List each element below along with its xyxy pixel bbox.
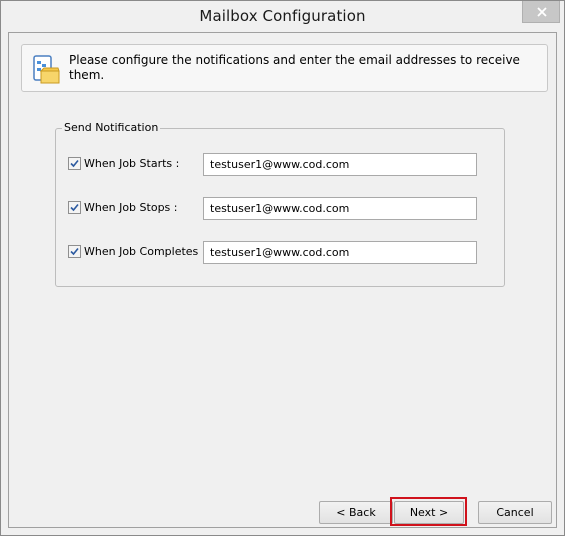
job-completes-checkbox[interactable] (68, 245, 81, 258)
row-job-starts: When Job Starts : (68, 153, 498, 176)
group-legend: Send Notification (62, 121, 161, 134)
checkmark-icon (70, 159, 79, 168)
dialog-content: Please configure the notifications and e… (8, 32, 557, 528)
title-bar[interactable]: Mailbox Configuration (1, 1, 564, 32)
job-starts-email-input[interactable] (203, 153, 477, 176)
job-stops-email-input[interactable] (203, 197, 477, 220)
job-stops-label: When Job Stops : (84, 201, 178, 214)
info-banner: Please configure the notifications and e… (21, 44, 548, 92)
mailbox-configuration-dialog: Mailbox Configuration Please configure t… (0, 0, 565, 536)
job-completes-email-input[interactable] (203, 241, 477, 264)
next-button-highlight (390, 497, 467, 526)
close-button[interactable] (522, 1, 560, 23)
job-starts-label: When Job Starts : (84, 157, 180, 170)
back-button[interactable]: < Back (319, 501, 393, 524)
send-notification-group: Send Notification When Job Starts : When… (55, 121, 505, 287)
job-completes-label: When Job Completes : (84, 245, 206, 258)
row-job-completes: When Job Completes : (68, 241, 498, 264)
job-stops-checkbox[interactable] (68, 201, 81, 214)
row-job-stops: When Job Stops : (68, 197, 498, 220)
job-starts-checkbox[interactable] (68, 157, 81, 170)
cancel-button[interactable]: Cancel (478, 501, 552, 524)
mailbox-config-icon (33, 55, 60, 84)
checkmark-icon (70, 247, 79, 256)
banner-text: Please configure the notifications and e… (69, 53, 520, 82)
window-title: Mailbox Configuration (199, 7, 366, 25)
close-icon (537, 7, 547, 17)
checkmark-icon (70, 203, 79, 212)
